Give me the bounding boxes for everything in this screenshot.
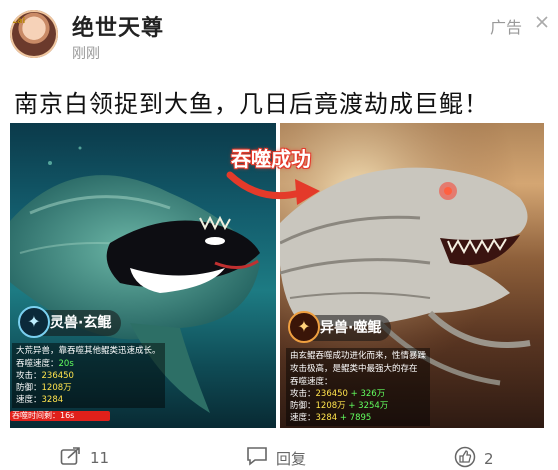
post-headline[interactable]: 南京白领捉到大鱼，几日后竟渡劫成巨鲲！	[14, 84, 489, 119]
comment-label: 回复	[276, 449, 307, 468]
stat-row: 防御：1208万 + 3254万	[290, 401, 389, 411]
creature-badge-right: ✦ 异兽·噬鲲	[288, 311, 392, 343]
comment-icon	[246, 446, 268, 470]
swallow-timer-text: 吞噬时间剩：16s	[12, 411, 75, 420]
flame-emblem-icon: ✦	[288, 311, 320, 343]
avatar[interactable]: Lai	[10, 10, 58, 58]
swallow-success-label: 吞噬成功	[231, 147, 311, 171]
stat-row: 攻击：236450	[16, 371, 74, 381]
creature-description: 由玄鲲吞噬成功进化而来，性情暴躁	[290, 351, 427, 361]
close-icon[interactable]	[535, 15, 549, 32]
stats-panel-right: 由玄鲲吞噬成功进化而来，性情暴躁 攻击极高，是鲲类中最强大的存在 吞噬速度： 攻…	[286, 348, 431, 426]
stats-panel-left: 大荒异兽，靠吞噬其他鲲类迅速成长。 吞噬速度：20s 攻击：236450 防御：…	[12, 343, 165, 408]
share-count: 11	[90, 449, 110, 467]
comment-button[interactable]: 回复	[246, 446, 306, 470]
share-icon	[60, 446, 82, 470]
creature-description: 大荒异兽，靠吞噬其他鲲类迅速成长。	[16, 346, 161, 356]
creature-description: 攻击极高，是鲲类中最强大的存在	[290, 364, 418, 374]
ad-label: 广告	[490, 18, 523, 37]
stat-row: 吞噬速度：	[290, 377, 333, 387]
avatar-badge: Lai	[12, 16, 26, 25]
post-timestamp: 刚刚	[72, 46, 100, 62]
share-button[interactable]: 11	[60, 446, 109, 470]
ad-post-card: Lai 绝世天尊 刚刚 广告 南京白领捉到大鱼，几日后竟渡劫成巨鲲！ ✦ 灵兽·…	[0, 0, 558, 470]
like-count: 2	[484, 450, 494, 468]
author-name[interactable]: 绝世天尊	[72, 10, 164, 42]
stat-row: 攻击：236450 + 326万	[290, 389, 386, 399]
stat-row: 防御：1208万	[16, 383, 72, 393]
flame-emblem-icon: ✦	[18, 306, 50, 338]
stat-row: 吞噬速度：20s	[16, 359, 74, 369]
stat-row: 速度：3284 + 7895	[290, 413, 372, 423]
thumbs-up-icon	[454, 446, 476, 470]
stat-row: 速度：3284	[16, 395, 64, 405]
creature-badge-left: ✦ 灵兽·玄鲲	[18, 306, 122, 338]
like-button[interactable]: 2	[454, 446, 494, 470]
